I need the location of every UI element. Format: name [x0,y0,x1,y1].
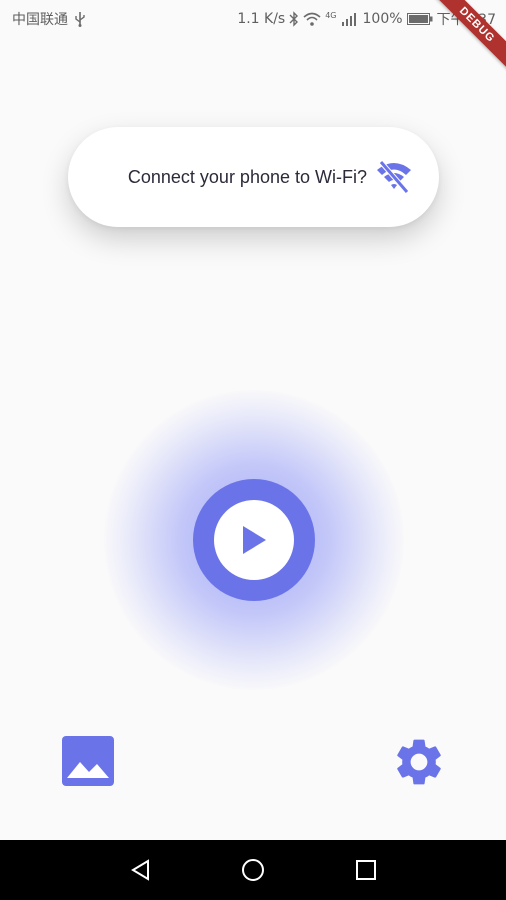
wifi-prompt-card[interactable]: Connect your phone to Wi-Fi? [68,127,439,227]
wifi-status-icon [303,12,321,26]
settings-button[interactable] [391,734,447,790]
status-bar: 中国联通 1.1 K/s 4G 100% 下午2:37 [0,0,506,36]
clock: 下午2:37 [436,12,496,28]
battery-percent: 100% [362,11,403,27]
navigation-bar [0,840,506,900]
battery-icon [406,13,433,25]
status-left: 中国联通 [12,9,86,29]
network-speed: 1.1 K/s [237,11,286,27]
back-triangle-icon [131,859,149,881]
nav-home-button[interactable] [238,855,268,885]
play-icon [243,526,266,554]
image-icon [62,736,114,786]
gear-icon [397,739,441,785]
usb-icon [75,12,85,27]
status-right: 1.1 K/s 4G 100% 下午2:37 [237,9,496,29]
wifi-off-icon [377,160,411,194]
nav-back-button[interactable] [126,855,156,885]
home-circle-icon [242,859,264,881]
nav-recents-button[interactable] [351,855,381,885]
wifi-prompt-text: Connect your phone to Wi-Fi? [127,166,367,187]
recents-square-icon [356,860,376,880]
signal-icon [341,13,356,26]
gallery-button[interactable] [62,736,114,786]
bluetooth-icon [289,11,299,27]
play-button[interactable] [193,479,315,601]
signal-label: 4G [325,10,337,20]
carrier-name: 中国联通 [12,12,68,28]
play-button-inner [214,500,294,580]
